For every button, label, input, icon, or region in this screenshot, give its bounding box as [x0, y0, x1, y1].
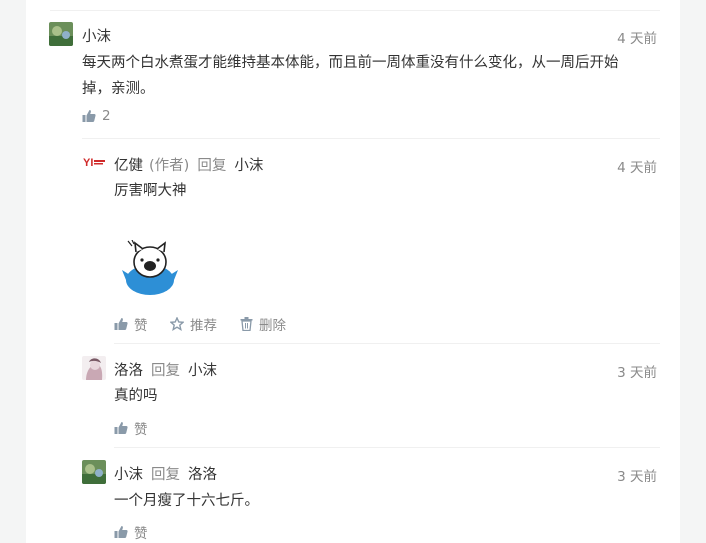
comment-content: 每天两个白水煮蛋才能维持基本体能，而且前一周体重没有什么变化，从一周后开始 掉，… [82, 50, 662, 102]
like-label: 赞 [134, 422, 148, 438]
trash-icon [240, 317, 253, 331]
reply-header: 洛洛 回复 小沫 [114, 359, 217, 380]
username-link[interactable]: 小沫 [82, 25, 111, 46]
whale-cat-sticker [122, 239, 178, 298]
thumbs-up-icon [82, 110, 96, 122]
like-label: 赞 [134, 526, 148, 542]
delete-button[interactable]: 删除 [240, 314, 286, 334]
divider [114, 447, 660, 448]
timestamp: 3 天前 [617, 469, 657, 485]
thumbs-up-icon [114, 318, 128, 330]
recommend-label: 推荐 [190, 318, 217, 334]
timestamp: 4 天前 [617, 31, 657, 47]
recommend-button[interactable]: 推荐 [170, 314, 217, 334]
reply-target-link[interactable]: 小沫 [188, 359, 217, 380]
reply-label: 回复 [197, 158, 227, 174]
timestamp: 3 天前 [617, 365, 657, 381]
comment-text-line: 掉，亲测。 [82, 81, 155, 97]
reply-target-link[interactable]: 洛洛 [188, 463, 217, 484]
divider [114, 343, 660, 344]
username-link[interactable]: 亿健 [114, 154, 143, 175]
reply-header: 亿健 (作者) 回复 小沫 [114, 154, 263, 175]
avatar[interactable] [82, 460, 106, 484]
thumbs-up-icon [114, 526, 128, 538]
username-link[interactable]: 洛洛 [114, 359, 143, 380]
divider [50, 10, 660, 11]
like-button[interactable]: 赞 [114, 522, 148, 542]
like-button[interactable]: 2 [82, 108, 111, 124]
like-button[interactable]: 赞 [114, 314, 148, 334]
comment-header: 小沫 [82, 25, 111, 46]
like-label: 赞 [134, 318, 148, 334]
like-count: 2 [102, 108, 111, 124]
comment-text-line: 每天两个白水煮蛋才能维持基本体能，而且前一周体重没有什么变化，从一周后开始 [82, 55, 619, 71]
reply-content: 真的吗 [114, 388, 158, 404]
avatar[interactable] [82, 356, 106, 380]
thumbs-up-icon [114, 422, 128, 434]
divider [82, 138, 660, 139]
delete-label: 删除 [259, 318, 286, 334]
like-button[interactable]: 赞 [114, 418, 148, 438]
reply-target-link[interactable]: 小沫 [234, 154, 263, 175]
reply-content: 一个月瘦了十六七斤。 [114, 493, 259, 509]
reply-content: 厉害啊大神 [114, 183, 187, 199]
svg-text:YI: YI [83, 157, 93, 169]
reply-label: 回复 [151, 363, 180, 379]
brand-logo-avatar[interactable]: YI [82, 152, 106, 172]
reply-header: 小沫 回复 洛洛 [114, 463, 217, 484]
timestamp: 4 天前 [617, 160, 657, 176]
reply-label: 回复 [151, 467, 180, 483]
star-icon [170, 317, 184, 331]
author-tag: (作者) [149, 158, 190, 174]
avatar[interactable] [49, 22, 73, 46]
username-link[interactable]: 小沫 [114, 463, 143, 484]
